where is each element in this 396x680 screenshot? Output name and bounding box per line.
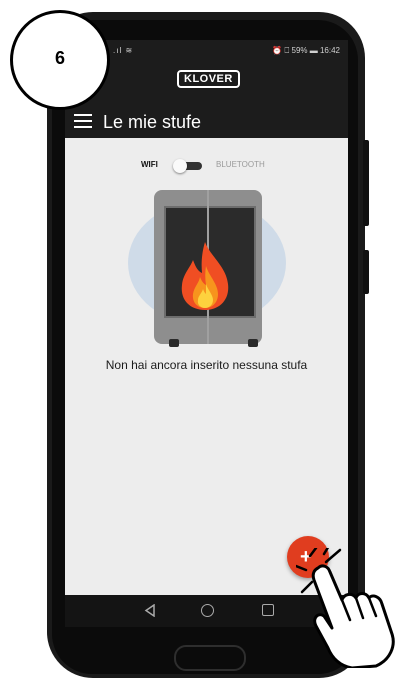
signal-wifi-status: .ıl ≋ — [113, 46, 134, 55]
wifi-label: WIFI — [141, 160, 158, 169]
volume-button — [363, 140, 369, 226]
back-icon[interactable] — [144, 604, 156, 617]
recent-apps-icon[interactable] — [262, 604, 274, 616]
empty-state-illustration — [125, 190, 287, 350]
phone-home-button[interactable] — [174, 645, 246, 671]
step-badge: 6 — [10, 10, 110, 110]
step-number: 6 — [54, 48, 65, 68]
bluetooth-label: BLUETOOTH — [216, 160, 265, 169]
flame-icon — [181, 242, 229, 310]
stove-foot-right — [248, 339, 258, 347]
page-title: Le mie stufe — [103, 112, 202, 132]
app-bar: Le mie stufe — [65, 92, 348, 138]
connection-switch[interactable] — [173, 159, 202, 173]
power-button — [363, 250, 369, 294]
home-icon[interactable] — [201, 604, 214, 617]
menu-icon[interactable] — [74, 114, 92, 128]
status-info: ⏰ ⎕ 59% ▬ 16:42 — [272, 46, 340, 55]
hand-cursor-icon — [296, 548, 395, 668]
stove-foot-left — [169, 339, 179, 347]
klover-logo: KLOVER — [177, 70, 240, 88]
connection-toggle-row: WIFI BLUETOOTH — [65, 156, 348, 176]
empty-state-message: Non hai ancora inserito nessuna stufa — [105, 358, 308, 372]
phone-screen: .ıl ≋ ⏰ ⎕ 59% ▬ 16:42 KLOVER Le mie stuf… — [65, 40, 348, 595]
switch-thumb — [173, 159, 187, 173]
